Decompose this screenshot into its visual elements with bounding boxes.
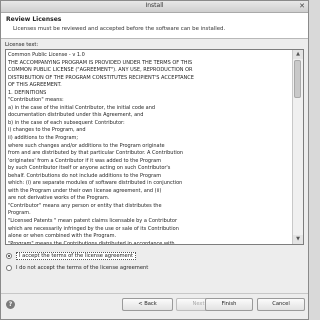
page-title: Review Licenses (6, 16, 62, 23)
wizard-header: Review Licenses Licenses must be reviewe… (1, 13, 308, 39)
accept-option[interactable]: I accept the terms of the license agreem… (6, 251, 137, 261)
scroll-down-arrow-icon[interactable]: ▼ (293, 235, 303, 244)
decline-option[interactable]: I do not accept the terms of the license… (6, 263, 148, 273)
accept-radio[interactable] (6, 253, 12, 259)
vertical-scrollbar[interactable]: ▲ ▼ (292, 50, 303, 244)
accept-label[interactable]: I accept the terms of the license agreem… (16, 252, 137, 260)
decline-label[interactable]: I do not accept the terms of the license… (16, 265, 148, 271)
decline-radio[interactable] (6, 265, 12, 271)
page-description: Licenses must be reviewed and accepted b… (13, 26, 226, 32)
window-title: Install (145, 2, 164, 9)
title-bar: Install ✕ (1, 1, 308, 13)
cancel-button[interactable]: Cancel (257, 298, 305, 311)
install-dialog: Install ✕ Review Licenses Licenses must … (0, 0, 309, 320)
scroll-up-arrow-icon[interactable]: ▲ (293, 50, 303, 59)
help-icon[interactable]: ? (6, 300, 15, 309)
close-icon[interactable]: ✕ (298, 2, 306, 10)
finish-button[interactable]: Finish (205, 298, 253, 311)
back-button[interactable]: < Back (122, 298, 173, 311)
button-bar-divider (1, 293, 308, 294)
license-text-area[interactable]: Common Public License - v 1.0 THE ACCOMP… (5, 49, 304, 245)
license-text-label: License text: (5, 42, 39, 48)
scrollbar-thumb[interactable] (294, 60, 301, 98)
license-text-content: Common Public License - v 1.0 THE ACCOMP… (8, 52, 194, 245)
